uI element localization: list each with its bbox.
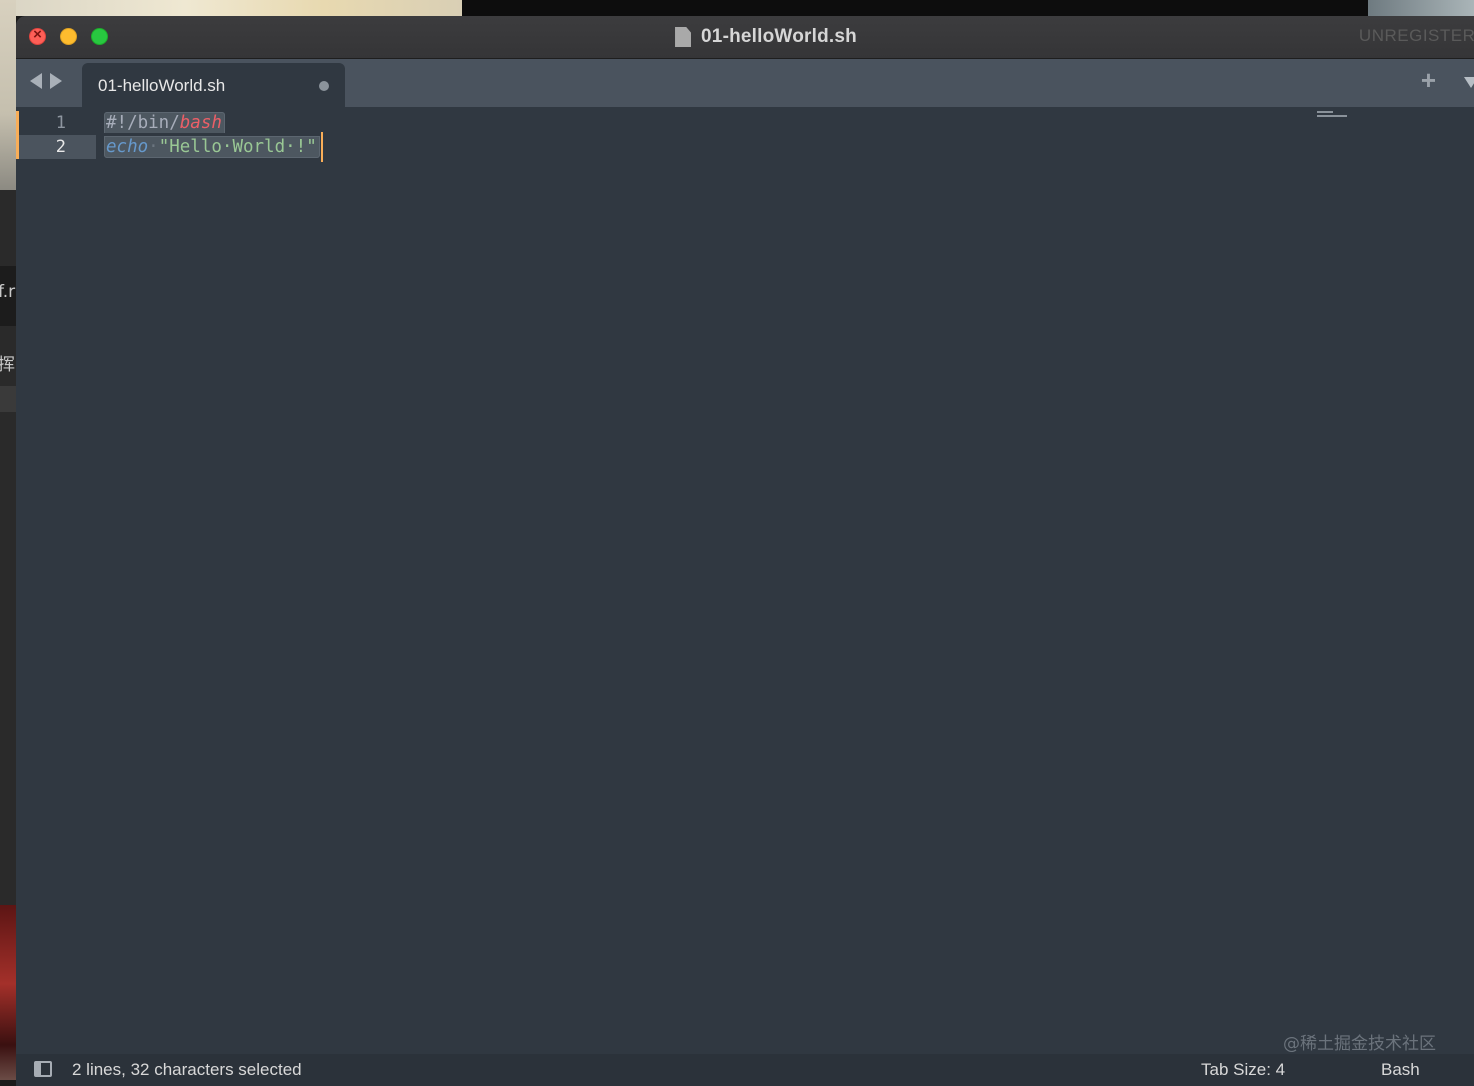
watermark: @稀土掘金技术社区 bbox=[1283, 1034, 1436, 1054]
syntax-selector[interactable]: Bash bbox=[1381, 1060, 1420, 1080]
unregistered-label: UNREGISTERED bbox=[1358, 26, 1474, 45]
unsaved-indicator-icon[interactable] bbox=[319, 81, 329, 91]
window-title: 01-helloWorld.sh bbox=[701, 26, 857, 47]
code-line-2[interactable]: echo·"Hello·World·!" bbox=[104, 132, 323, 162]
echo-keyword: echo bbox=[106, 137, 149, 157]
background-window-text: 挥 bbox=[0, 355, 15, 375]
text-caret bbox=[320, 132, 323, 162]
minimap-line bbox=[1317, 111, 1333, 113]
document-icon bbox=[675, 27, 692, 47]
selection-status: 2 lines, 32 characters selected bbox=[72, 1060, 302, 1079]
desktop-wallpaper-bottom-left bbox=[0, 905, 16, 1080]
tab-size-selector[interactable]: Tab Size: 4 bbox=[1201, 1060, 1285, 1080]
line-number-gutter: 1 2 bbox=[16, 111, 96, 159]
title-bar[interactable]: 01-helloWorld.sh UNREGISTERED bbox=[16, 16, 1474, 59]
string-literal: "Hello·World·!" bbox=[158, 137, 317, 157]
tab-bar: 01-helloWorld.sh + bbox=[16, 59, 1474, 107]
desktop-wallpaper-top-left bbox=[0, 0, 462, 16]
selected-text: echo·"Hello·World·!" bbox=[104, 136, 320, 158]
toggle-panel-icon[interactable] bbox=[34, 1061, 52, 1077]
tab-label: 01-helloWorld.sh bbox=[98, 76, 226, 95]
code-editor[interactable]: 1 2 #!/bin/bash echo·"Hello·World·!" bbox=[16, 107, 1474, 1054]
gutter-line-1: 1 bbox=[16, 111, 96, 135]
line-number: 2 bbox=[55, 137, 66, 157]
line-number: 1 bbox=[55, 113, 66, 133]
selection-gutter-marker bbox=[16, 111, 19, 135]
background-window-text: f.r bbox=[0, 282, 16, 302]
desktop-wallpaper-top bbox=[462, 0, 1368, 16]
next-tab-icon[interactable] bbox=[50, 73, 62, 89]
window-title-group: 01-helloWorld.sh bbox=[16, 16, 1474, 58]
tab-01-helloworld[interactable]: 01-helloWorld.sh bbox=[82, 63, 345, 107]
shebang-prefix: #!/bin/ bbox=[106, 113, 180, 133]
tab-list-dropdown-icon[interactable] bbox=[1464, 77, 1474, 88]
desktop-wallpaper-top-right bbox=[1368, 0, 1474, 16]
tab-navigation bbox=[30, 73, 62, 89]
new-tab-plus-icon[interactable]: + bbox=[1421, 65, 1436, 96]
editor-window: 01-helloWorld.sh UNREGISTERED 01-helloWo… bbox=[16, 16, 1474, 1086]
selection-gutter-marker bbox=[16, 135, 19, 159]
minimap-line bbox=[1317, 115, 1347, 117]
gutter-line-2: 2 bbox=[16, 135, 96, 159]
desktop-wallpaper-left bbox=[0, 0, 16, 190]
background-window-strip bbox=[0, 386, 16, 412]
shebang-interpreter: bash bbox=[179, 113, 222, 133]
status-bar: 2 lines, 32 characters selected Tab Size… bbox=[16, 1054, 1474, 1086]
code-line-1[interactable]: #!/bin/bash bbox=[104, 111, 323, 135]
selected-text: #!/bin/bash bbox=[104, 112, 225, 133]
minimap[interactable] bbox=[1317, 111, 1347, 119]
whitespace-marker: · bbox=[148, 137, 159, 157]
previous-tab-icon[interactable] bbox=[30, 73, 42, 89]
code-area[interactable]: #!/bin/bash echo·"Hello·World·!" bbox=[104, 111, 323, 162]
